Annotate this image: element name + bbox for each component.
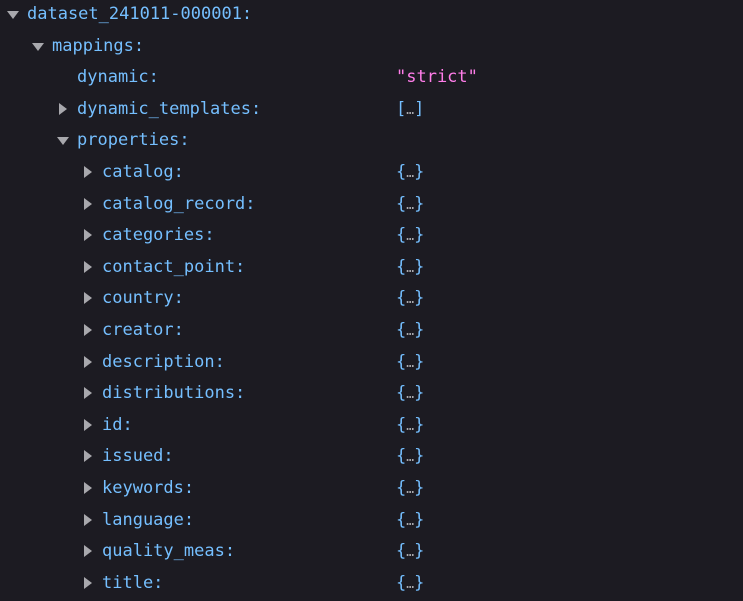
caret-down-icon[interactable] — [32, 31, 44, 63]
collapsed-value: {…} — [396, 383, 425, 404]
collapsed-value: {…} — [396, 414, 425, 435]
tree-row[interactable]: mappings: — [0, 31, 743, 63]
caret-right-icon[interactable] — [82, 441, 94, 473]
tree-key: catalog: — [102, 161, 184, 182]
tree-key: language: — [102, 509, 195, 530]
caret-right-icon[interactable] — [82, 315, 94, 347]
caret-right-icon[interactable] — [82, 220, 94, 252]
tree-key: properties: — [77, 130, 190, 151]
caret-right-icon[interactable] — [82, 189, 94, 221]
tree-row[interactable]: issued: {…} — [0, 441, 743, 473]
caret-right-icon[interactable] — [82, 283, 94, 315]
tree-row[interactable]: country: {…} — [0, 283, 743, 315]
collapsed-value: {…} — [396, 509, 425, 530]
caret-down-icon[interactable] — [7, 0, 19, 31]
collapsed-value: {…} — [396, 351, 425, 372]
collapsed-value: {…} — [396, 288, 425, 309]
tree-row[interactable]: id: {…} — [0, 410, 743, 442]
tree-key: contact_point: — [102, 256, 246, 277]
tree-key: title: — [102, 572, 164, 593]
tree-row[interactable]: quality_meas: {…} — [0, 536, 743, 568]
tree-row[interactable]: properties: — [0, 125, 743, 157]
caret-right-icon[interactable] — [82, 536, 94, 568]
tree-row[interactable]: dataset_241011-000001: — [0, 0, 743, 31]
tree-key: dataset_241011-000001: — [27, 4, 253, 24]
tree-key: categories: — [102, 225, 215, 246]
tree-row: dynamic: "strict" — [0, 62, 743, 94]
tree-row[interactable]: dynamic_templates: […] — [0, 94, 743, 126]
tree-key: quality_meas: — [102, 541, 236, 562]
tree-row[interactable]: description: {…} — [0, 347, 743, 379]
collapsed-value: {…} — [396, 446, 425, 467]
tree-key: distributions: — [102, 383, 246, 404]
tree-key: description: — [102, 351, 225, 372]
tree-row[interactable]: contact_point: {…} — [0, 252, 743, 284]
tree-key: creator: — [102, 319, 184, 340]
tree-row[interactable]: creator: {…} — [0, 315, 743, 347]
caret-right-icon[interactable] — [82, 378, 94, 410]
caret-right-icon[interactable] — [82, 157, 94, 189]
tree-row[interactable]: catalog: {…} — [0, 157, 743, 189]
collapsed-value: {…} — [396, 477, 425, 498]
collapsed-value: {…} — [396, 256, 425, 277]
caret-right-icon[interactable] — [82, 252, 94, 284]
tree-row[interactable]: keywords: {…} — [0, 473, 743, 505]
collapsed-value: {…} — [396, 319, 425, 340]
collapsed-value: {…} — [396, 225, 425, 246]
tree-row[interactable]: catalog_record: {…} — [0, 189, 743, 221]
caret-right-icon[interactable] — [82, 473, 94, 505]
tree-key: catalog_record: — [102, 193, 256, 214]
collapsed-value: {…} — [396, 161, 425, 182]
tree-row[interactable]: title: {…} — [0, 568, 743, 600]
tree-key: dynamic: — [77, 67, 159, 88]
caret-right-icon[interactable] — [57, 94, 69, 126]
json-tree: dataset_241011-000001: mappings: dynamic: "… — [0, 0, 743, 599]
tree-row[interactable]: distributions: {…} — [0, 378, 743, 410]
tree-row[interactable]: language: {…} — [0, 505, 743, 537]
tree-row[interactable]: categories: {…} — [0, 220, 743, 252]
tree-key: country: — [102, 288, 184, 309]
caret-right-icon[interactable] — [82, 347, 94, 379]
string-value: "strict" — [396, 67, 478, 88]
tree-key: issued: — [102, 446, 174, 467]
collapsed-value: […] — [396, 98, 425, 119]
caret-right-icon[interactable] — [82, 410, 94, 442]
collapsed-value: {…} — [396, 193, 425, 214]
caret-down-icon[interactable] — [57, 125, 69, 157]
tree-key: keywords: — [102, 477, 195, 498]
caret-right-icon[interactable] — [82, 505, 94, 537]
tree-key: id: — [102, 414, 133, 435]
tree-key: mappings: — [52, 35, 145, 56]
collapsed-value: {…} — [396, 541, 425, 562]
caret-right-icon[interactable] — [82, 568, 94, 600]
tree-key: dynamic_templates: — [77, 98, 262, 119]
collapsed-value: {…} — [396, 572, 425, 593]
